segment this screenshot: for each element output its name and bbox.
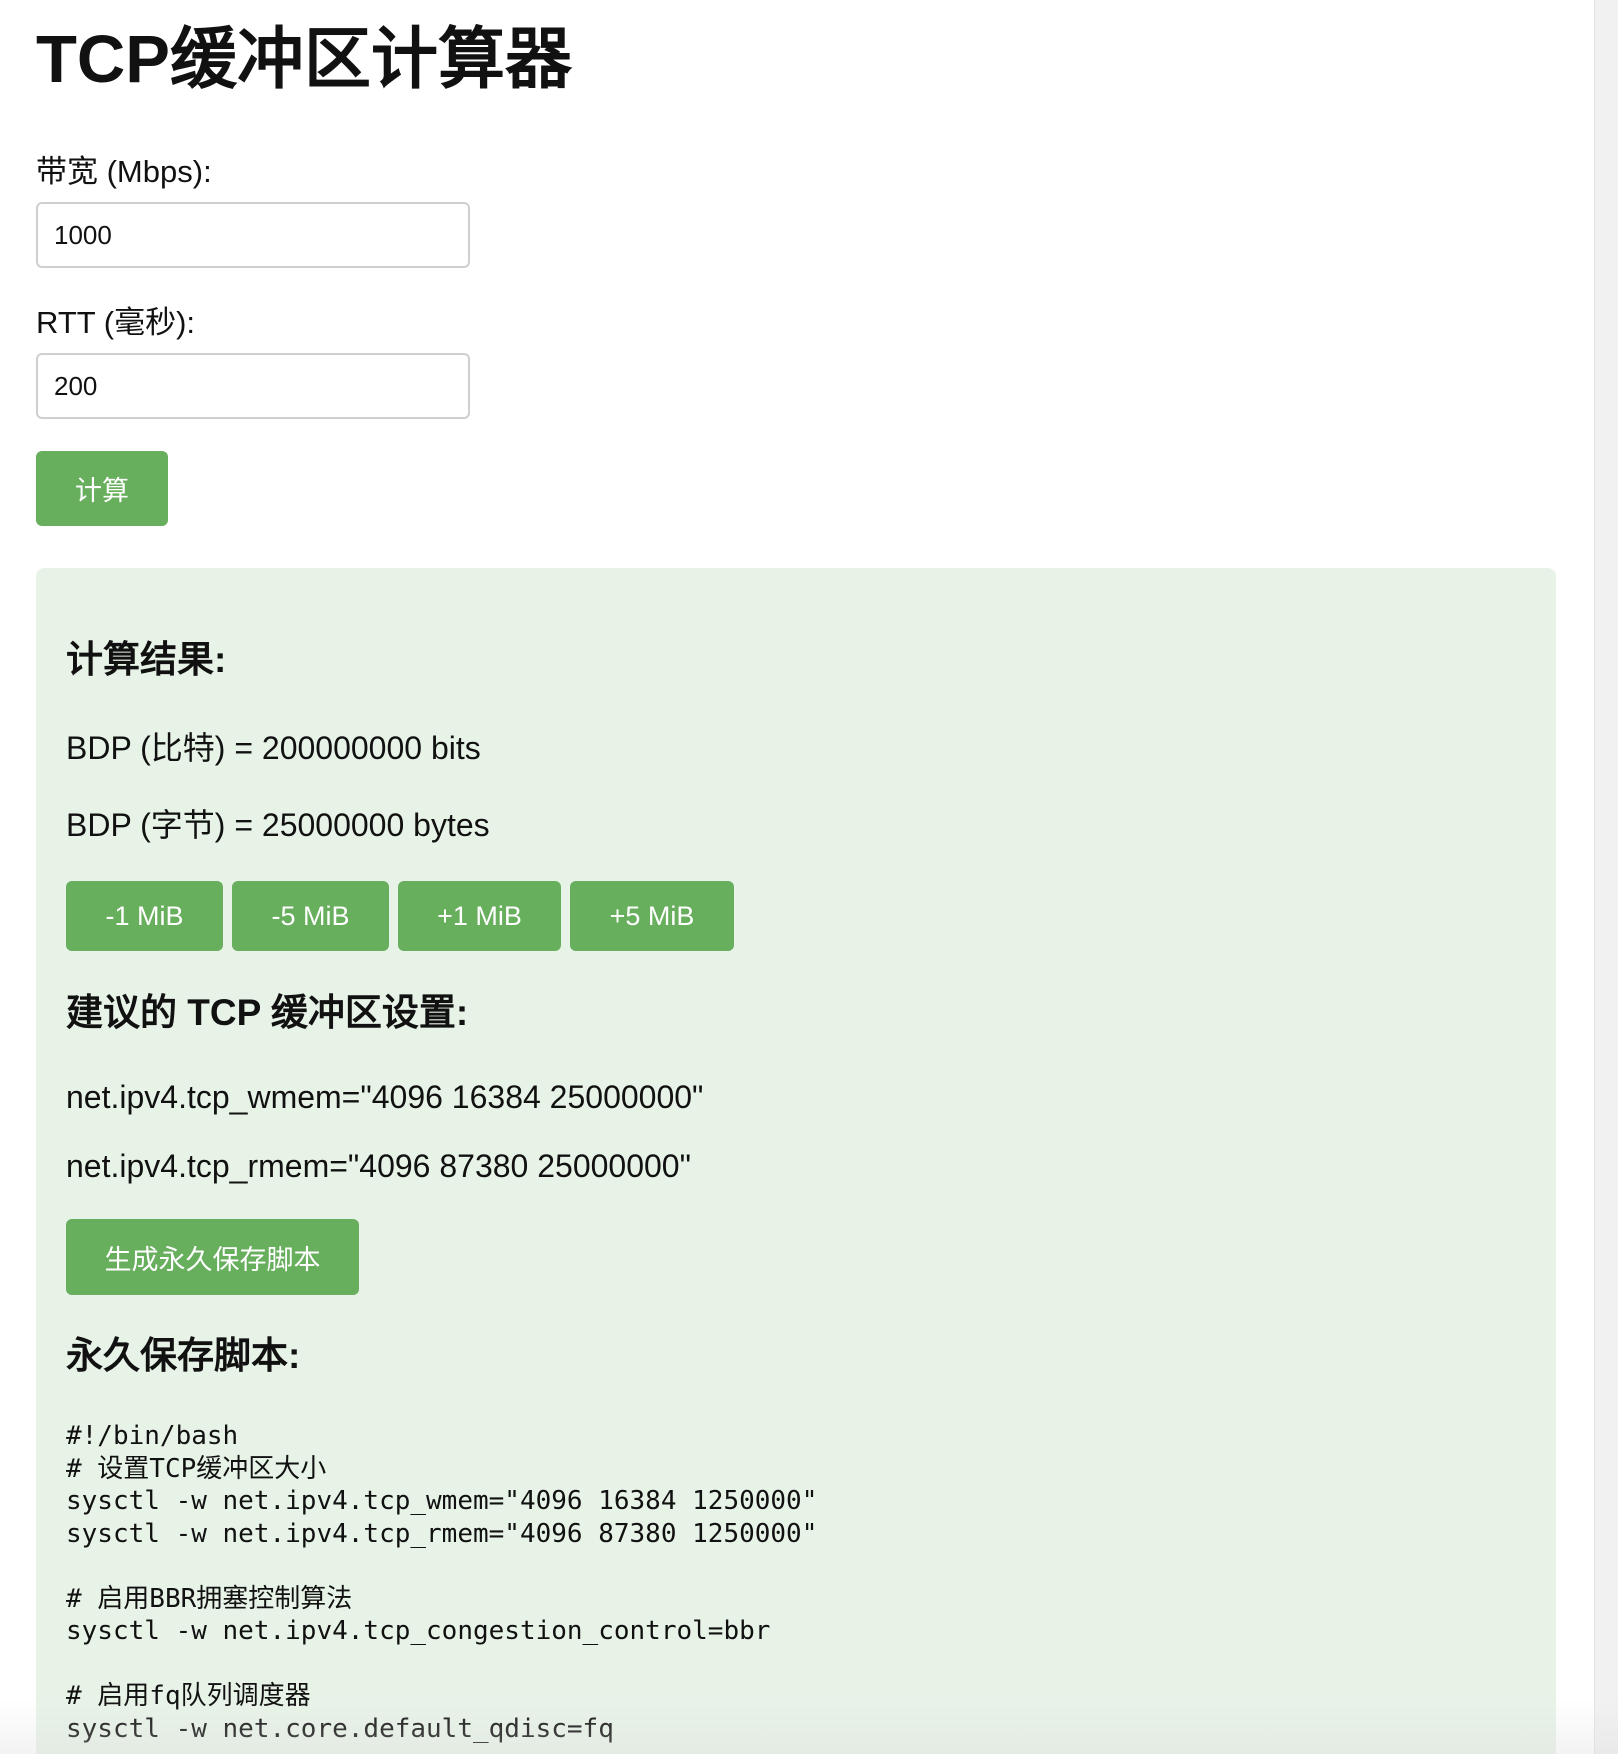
persistent-script-heading: 永久保存脚本: bbox=[66, 1335, 301, 1376]
generate-script-button[interactable]: 生成永久保存脚本 bbox=[66, 1219, 359, 1295]
bandwidth-label: 带宽 (Mbps): bbox=[36, 154, 212, 189]
plus-5-mib-button[interactable]: +5 MiB bbox=[570, 881, 734, 951]
tcp-rmem-setting: net.ipv4.tcp_rmem="4096 87380 25000000" bbox=[66, 1148, 691, 1184]
minus-5-mib-button[interactable]: -5 MiB bbox=[232, 881, 389, 951]
plus-1-mib-button[interactable]: +1 MiB bbox=[398, 881, 561, 951]
tcp-wmem-setting: net.ipv4.tcp_wmem="4096 16384 25000000" bbox=[66, 1079, 704, 1115]
results-heading: 计算结果: bbox=[66, 639, 227, 680]
bdp-bits-result: BDP (比特) = 200000000 bits bbox=[66, 730, 481, 766]
scrollbar-track[interactable] bbox=[1594, 0, 1618, 1754]
bdp-bytes-result: BDP (字节) = 25000000 bytes bbox=[66, 807, 490, 843]
rtt-label: RTT (毫秒): bbox=[36, 305, 196, 340]
persistent-script-code: #!/bin/bash # 设置TCP缓冲区大小 sysctl -w net.i… bbox=[66, 1421, 818, 1744]
page-body: TCP缓冲区计算器 带宽 (Mbps): RTT (毫秒): 计算 计算结果: … bbox=[0, 0, 1594, 1754]
calculate-button[interactable]: 计算 bbox=[36, 451, 168, 526]
page-title: TCP缓冲区计算器 bbox=[36, 22, 572, 97]
rtt-input[interactable] bbox=[36, 353, 470, 419]
recommended-settings-heading: 建议的 TCP 缓冲区设置: bbox=[66, 992, 469, 1033]
minus-1-mib-button[interactable]: -1 MiB bbox=[66, 881, 223, 951]
bandwidth-input[interactable] bbox=[36, 202, 470, 268]
